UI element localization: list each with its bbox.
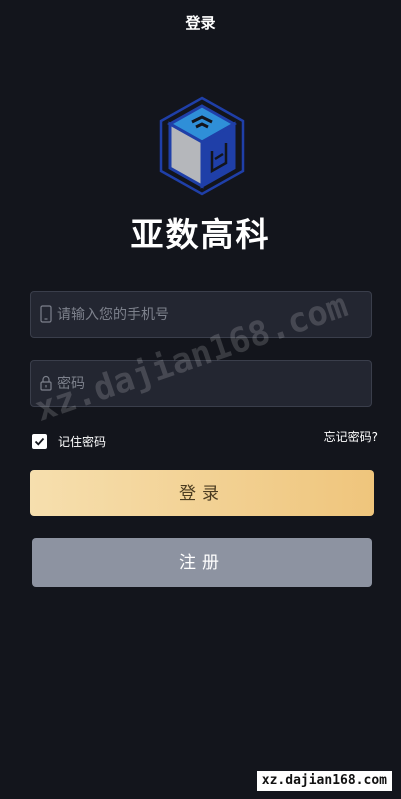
phone-input[interactable] (57, 292, 357, 337)
password-input[interactable] (57, 361, 357, 406)
brand-name: 亚数高科 (130, 215, 271, 254)
watermark-badge: xz.dajian168.com (256, 771, 392, 791)
remember-password[interactable]: 记住密码 (32, 433, 106, 449)
remember-checkbox[interactable] (32, 433, 47, 449)
cube-logo-icon (158, 96, 246, 196)
check-icon (34, 437, 45, 446)
page-title: 登录 (185, 14, 216, 32)
phone-icon (39, 305, 53, 323)
remember-label: 记住密码 (58, 434, 107, 449)
forgot-password-link[interactable]: 忘记密码? (324, 428, 378, 445)
login-button[interactable]: 登录 (30, 470, 374, 516)
phone-field[interactable] (30, 291, 372, 338)
password-field[interactable] (30, 360, 372, 407)
lock-icon (39, 374, 53, 392)
register-button[interactable]: 注册 (32, 538, 372, 587)
